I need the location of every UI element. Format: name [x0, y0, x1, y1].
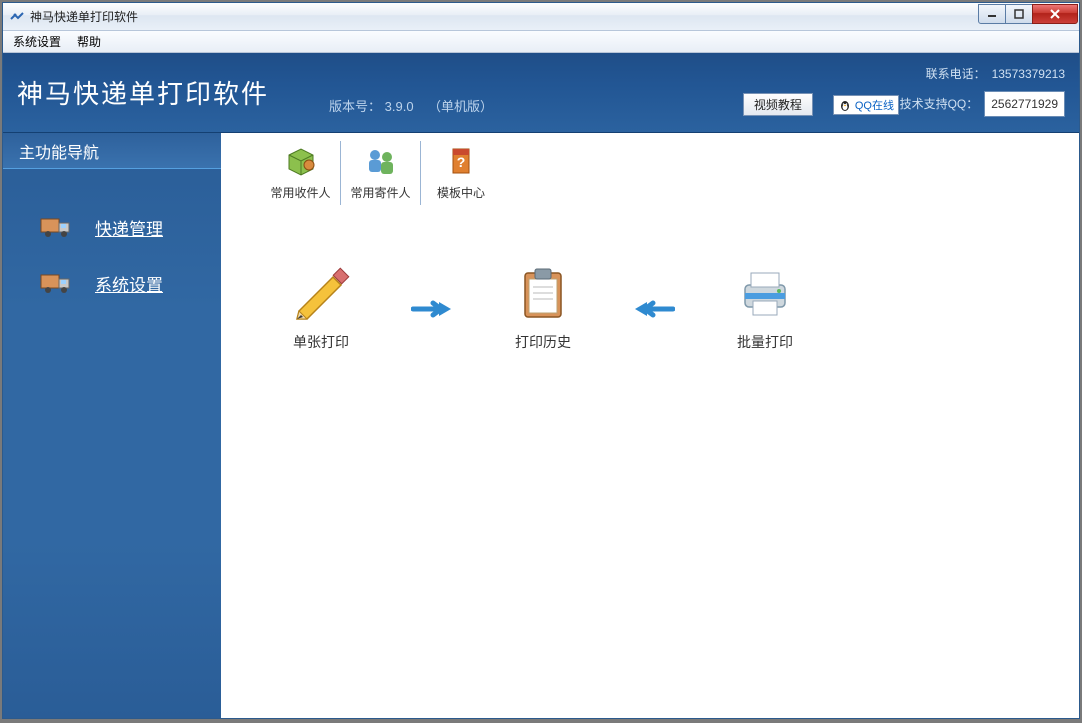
senders-icon: [363, 145, 399, 177]
menu-help[interactable]: 帮助: [73, 31, 105, 52]
flow-label: 批量打印: [705, 332, 825, 352]
close-button[interactable]: [1032, 4, 1078, 24]
version-label: 版本号：: [329, 99, 381, 114]
toolbar-recipients[interactable]: 常用收件人: [261, 141, 341, 205]
printer-icon: [733, 265, 797, 321]
flow-label: 单张打印: [261, 332, 381, 352]
toolbar: 常用收件人 常用寄件人 ? 模板中心: [221, 133, 1079, 205]
workflow-row: 单张打印 打印历史: [221, 205, 1079, 352]
content-area: 常用收件人 常用寄件人 ? 模板中心: [221, 133, 1079, 718]
toolbar-label: 模板中心: [421, 184, 501, 201]
qq-support-label: 技术支持QQ：: [900, 93, 979, 115]
toolbar-senders[interactable]: 常用寄件人: [341, 141, 421, 205]
app-title: 神马快递单打印软件: [17, 74, 269, 111]
version-area: 版本号： 3.9.0 （单机版）: [329, 96, 493, 115]
templates-icon: ?: [443, 145, 479, 177]
arrow-left-icon: [633, 299, 675, 319]
app-icon: [9, 9, 25, 25]
sidebar-item-settings[interactable]: 系统设置: [3, 255, 221, 311]
toolbar-label: 常用收件人: [261, 184, 340, 201]
video-tutorial-button[interactable]: 视频教程: [743, 93, 813, 116]
toolbar-templates[interactable]: ? 模板中心: [421, 141, 501, 205]
header-banner: 神马快递单打印软件 版本号： 3.9.0 （单机版） 视频教程 QQ在线 联系电…: [3, 53, 1079, 133]
qq-online-button[interactable]: QQ在线: [833, 95, 899, 115]
menu-settings[interactable]: 系统设置: [9, 31, 65, 52]
contact-phone-value: 13573379213: [992, 63, 1065, 85]
package-people-icon: [283, 145, 319, 177]
body: 主功能导航 快递管理: [3, 133, 1079, 718]
toolbar-label: 常用寄件人: [341, 184, 420, 201]
version-value: 3.9.0: [385, 99, 414, 114]
clipboard-icon: [511, 265, 575, 321]
batch-print-button[interactable]: 批量打印: [705, 265, 825, 352]
qq-penguin-icon: [838, 98, 852, 112]
header-contact: 联系电话： 13573379213 技术支持QQ： 2562771929: [900, 63, 1065, 123]
contact-phone-label: 联系电话：: [926, 63, 986, 85]
arrow-right-icon: [411, 299, 453, 319]
window-title: 神马快递单打印软件: [30, 8, 138, 25]
sidebar: 主功能导航 快递管理: [3, 133, 221, 718]
menubar: 系统设置 帮助: [3, 31, 1079, 53]
minimize-button[interactable]: [978, 4, 1006, 24]
app-window: 神马快递单打印软件 系统设置 帮助 神马快递单打印软件 版本号： 3.9.0 （…: [2, 2, 1080, 719]
truck-icon: [39, 213, 75, 241]
maximize-button[interactable]: [1005, 4, 1033, 24]
truck-icon: [39, 269, 75, 297]
sidebar-item-label: 系统设置: [95, 271, 163, 296]
edition-label: （单机版）: [428, 99, 493, 114]
titlebar: 神马快递单打印软件: [3, 3, 1079, 31]
single-print-button[interactable]: 单张打印: [261, 265, 381, 352]
qq-support-value[interactable]: 2562771929: [984, 91, 1065, 117]
svg-text:?: ?: [457, 154, 466, 170]
sidebar-item-label: 快递管理: [95, 215, 163, 240]
flow-label: 打印历史: [483, 332, 603, 352]
qq-online-label: QQ在线: [855, 97, 894, 113]
sidebar-title: 主功能导航: [3, 133, 221, 169]
window-controls: [979, 4, 1078, 24]
pencil-icon: [289, 265, 353, 321]
print-history-button[interactable]: 打印历史: [483, 265, 603, 352]
sidebar-item-express[interactable]: 快递管理: [3, 199, 221, 255]
